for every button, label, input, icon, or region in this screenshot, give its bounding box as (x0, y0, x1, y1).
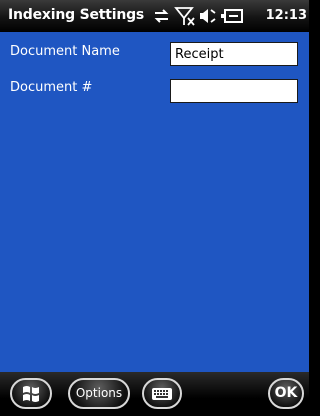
soft-key-bar: Options OK (0, 372, 309, 416)
document-name-label: Document Name (10, 44, 120, 59)
no-signal-icon[interactable] (174, 6, 196, 30)
document-number-field[interactable] (170, 79, 298, 103)
keyboard-icon (144, 388, 180, 411)
start-button[interactable] (10, 378, 52, 409)
connectivity-icon[interactable] (152, 6, 172, 30)
battery-icon[interactable] (220, 6, 244, 30)
options-button[interactable]: Options (68, 378, 130, 409)
title-bar: Indexing Settings 12:13 (0, 0, 309, 32)
windows-start-icon (12, 386, 50, 411)
ok-button-label: OK (274, 385, 298, 401)
document-name-field[interactable] (170, 42, 298, 66)
clock[interactable]: 12:13 (266, 8, 307, 23)
document-number-label: Document # (10, 80, 93, 95)
status-area[interactable]: 12:13 (152, 6, 307, 26)
ok-button[interactable]: OK (268, 378, 304, 409)
form-panel: Document Name Document # (0, 32, 309, 372)
keyboard-button[interactable] (142, 378, 182, 409)
page-title: Indexing Settings (8, 7, 145, 23)
volume-icon[interactable] (198, 6, 218, 30)
options-button-label: Options (75, 386, 123, 400)
